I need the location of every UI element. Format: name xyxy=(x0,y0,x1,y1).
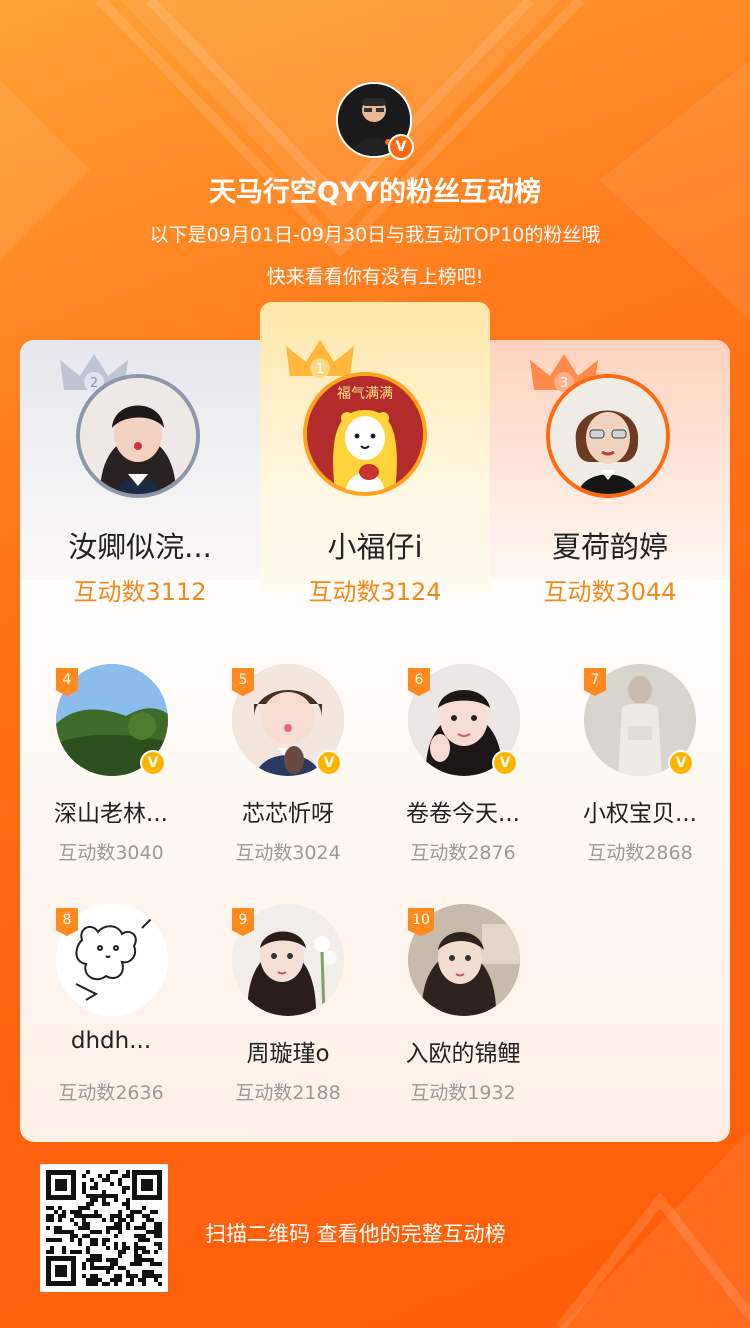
qr-code-icon[interactable] xyxy=(40,1164,168,1292)
rank-1-avatar[interactable]: 福气满满 xyxy=(303,372,427,496)
rank-1-avatar-image: 福气满满 xyxy=(307,376,423,492)
rank-4-verified-icon: V xyxy=(140,750,166,776)
page-subtitle-2: 快来看看你有没有上榜吧! xyxy=(266,266,484,288)
page-subtitle: 以下是09月01日-09月30日与我互动TOP10的粉丝哦 xyxy=(149,224,601,246)
rank-3-count: 互动数3044 xyxy=(543,578,677,606)
rank-4-count: 互动数3040 xyxy=(58,842,164,864)
qr-code-pattern xyxy=(40,1164,168,1292)
rank-6-verified-icon: V xyxy=(492,750,518,776)
rank-6-count: 互动数2876 xyxy=(410,842,516,864)
rank-5-count: 互动数3024 xyxy=(235,842,341,864)
rank-3-avatar[interactable] xyxy=(546,374,670,498)
rank-6-tag: 6 xyxy=(408,668,430,696)
page-title: 天马行空QYY的粉丝互动榜 xyxy=(208,177,542,208)
avatar-text-fuqi: 福气满满 xyxy=(337,386,393,402)
rank-2-name: 汝卿似浣... xyxy=(68,530,212,564)
rank-10-name: 入欧的锦鲤 xyxy=(405,1041,521,1067)
rank-1-name: 小福仔i xyxy=(327,530,423,564)
rank-8-count: 互动数2636 xyxy=(58,1082,164,1104)
rank-10-tag: 10 xyxy=(408,908,434,936)
rank-4-tag: 4 xyxy=(56,668,78,696)
rank-3-name: 夏荷韵婷 xyxy=(551,530,668,564)
fan-interaction-ranking-page: V 天马行空QYY的粉丝互动榜 以下是09月01日-09月30日与我互动TOP1… xyxy=(0,0,750,1328)
rank-9-tag: 9 xyxy=(232,908,254,936)
host-verified-icon: V xyxy=(388,134,414,160)
rank-3-avatar-image xyxy=(550,378,666,494)
rank-9-count: 互动数2188 xyxy=(235,1082,341,1104)
rank-2-avatar[interactable] xyxy=(76,374,200,498)
rank-5-tag: 5 xyxy=(232,668,254,696)
rank-4-name: 深山老林... xyxy=(54,801,168,827)
rank-5-name: 芯芯忻呀 xyxy=(242,801,334,827)
rank-2-avatar-image xyxy=(80,378,196,494)
rank-7-verified-icon: V xyxy=(668,750,694,776)
rank-8-tag: 8 xyxy=(56,908,78,936)
rank-7-count: 互动数2868 xyxy=(587,842,693,864)
rank-9-name: 周璇瑾o xyxy=(246,1041,330,1067)
footer-scan-text: 扫描二维码 查看他的完整互动榜 xyxy=(205,1222,506,1246)
rank-7-name: 小权宝贝... xyxy=(583,801,697,827)
rank-2-count: 互动数3112 xyxy=(73,578,207,606)
rank-8-name: dhdh... xyxy=(70,1028,152,1054)
rank-7-tag: 7 xyxy=(584,668,606,696)
svg-text:1: 1 xyxy=(316,362,324,377)
rank-10-count: 互动数1932 xyxy=(410,1082,516,1104)
rank-1-count: 互动数3124 xyxy=(308,578,442,606)
rank-6-name: 卷卷今天... xyxy=(406,801,520,827)
rank-5-verified-icon: V xyxy=(316,750,342,776)
